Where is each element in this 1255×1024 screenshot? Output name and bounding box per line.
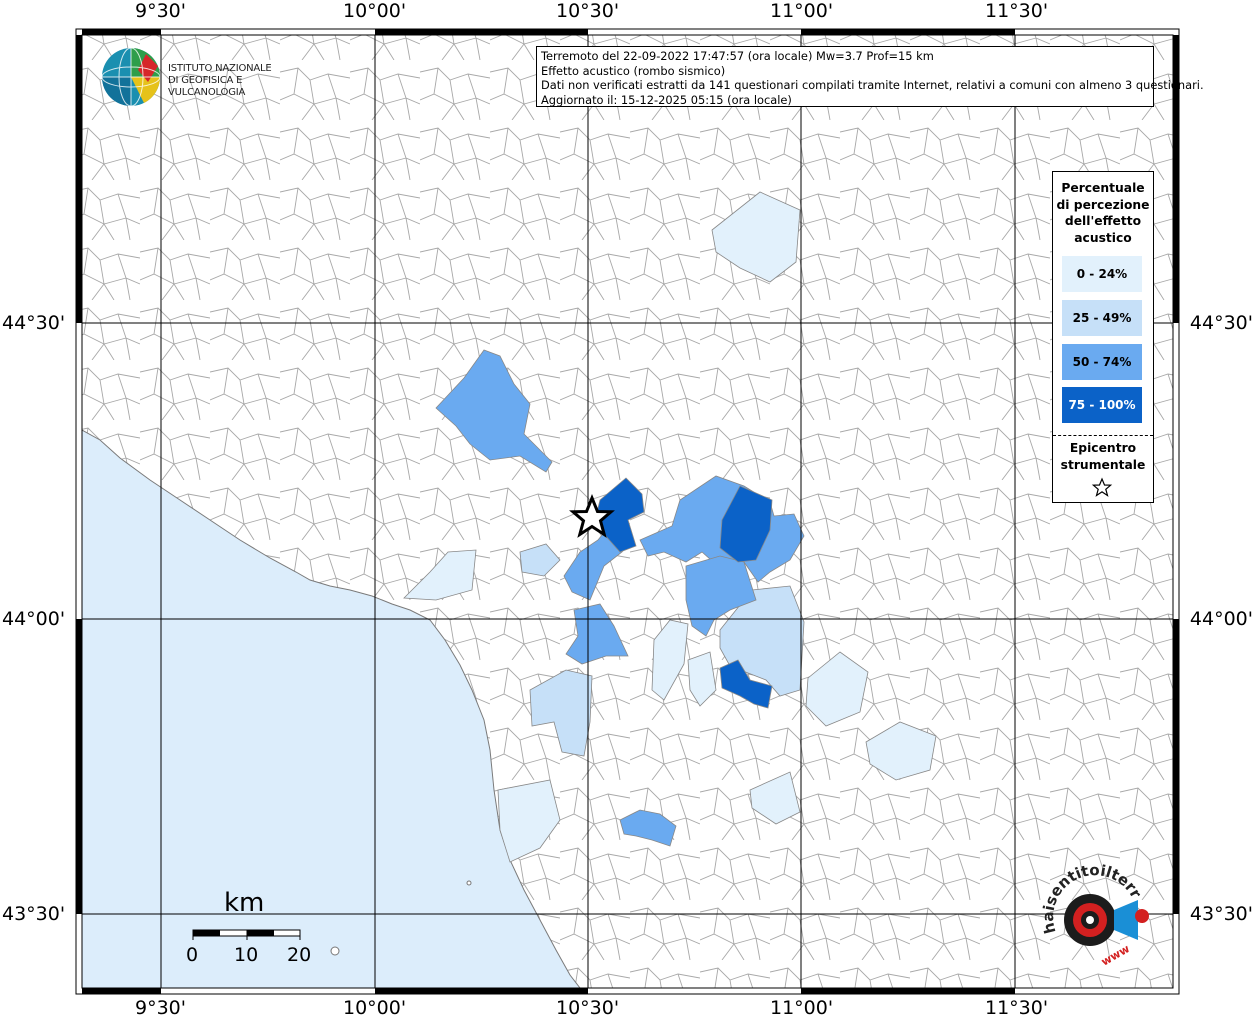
event-title: Terremoto del 22-09-2022 17:47:57 (ora l…	[541, 49, 934, 63]
legend-swatch-25-49: 25 - 49%	[1062, 300, 1142, 336]
legend-divider	[1053, 435, 1153, 436]
legend-title-line: di percezione	[1056, 197, 1150, 212]
logo-line-2: DI GEOFISICA E VULCANOLOGIA	[168, 75, 246, 98]
event-effect: Effetto acustico (rombo sismico)	[541, 63, 726, 78]
top-tick-label: 10°30'	[556, 0, 620, 22]
bottom-tick-label: 10°00'	[343, 997, 407, 1019]
right-tick-label: 44°00'	[1189, 608, 1253, 630]
top-tick-label: 11°00'	[770, 0, 834, 22]
star-icon	[1091, 477, 1113, 497]
island	[466, 880, 472, 886]
event-updated: Aggiornato il: 15-12-2025 05:15 (ora loc…	[541, 92, 792, 107]
left-tick-label: 43°30'	[2, 903, 66, 925]
bottom-tick-label: 11°30'	[985, 997, 1049, 1019]
event-info-box: Terremoto del 22-09-2022 17:47:57 (ora l…	[536, 46, 1204, 107]
legend-swatch-0-24: 0 - 24%	[1062, 256, 1142, 292]
ingv-globe-icon	[101, 47, 161, 107]
legend-swatch-75-100: 75 - 100%	[1062, 387, 1142, 423]
bottom-tick-label: 11°00'	[770, 997, 834, 1019]
legend-title-line: dell'effetto	[1064, 214, 1142, 228]
legend-epicenter-line: strumentale	[1060, 457, 1146, 472]
haisentito-www: www	[1099, 942, 1132, 969]
ingv-logo: ISTITUTO NAZIONALE DI GEOFISICA E VULCAN…	[100, 46, 320, 110]
top-tick-label: 10°00'	[343, 0, 407, 22]
right-tick-label: 43°30'	[1189, 903, 1253, 925]
legend-title-line: Percentuale	[1061, 181, 1145, 195]
bottom-tick-label: 9°30'	[135, 997, 186, 1019]
bottom-tick-label: 10°30'	[556, 997, 620, 1019]
legend: Percentuale di percezione dell'effetto a…	[1052, 171, 1154, 503]
legend-title: Percentuale di percezione dell'effetto a…	[1053, 180, 1153, 246]
legend-epicenter-label: Epicentro strumentale	[1053, 440, 1153, 473]
island	[330, 946, 340, 956]
legend-swatch-50-74: 50 - 74%	[1062, 344, 1142, 380]
scale-tick-label: 20	[287, 944, 312, 966]
scale-unit: km	[224, 888, 265, 918]
legend-epicenter-line: Epicentro	[1069, 441, 1137, 455]
logo-line-1: ISTITUTO NAZIONALE	[168, 63, 272, 74]
scale-tick-label: 0	[186, 944, 199, 966]
event-data-note: Dati non verificati estratti da 141 ques…	[541, 78, 1204, 93]
haisentito-logo-icon: haisentitoilterremoto.it www	[1034, 862, 1149, 969]
left-tick-label: 44°30'	[2, 312, 66, 334]
top-tick-label: 9°30'	[135, 0, 186, 22]
top-tick-label: 11°30'	[985, 0, 1049, 22]
left-tick-label: 44°00'	[2, 608, 66, 630]
right-tick-label: 44°30'	[1189, 312, 1253, 334]
legend-title-line: acustico	[1074, 230, 1132, 245]
scale-tick-label: 10	[234, 944, 259, 966]
